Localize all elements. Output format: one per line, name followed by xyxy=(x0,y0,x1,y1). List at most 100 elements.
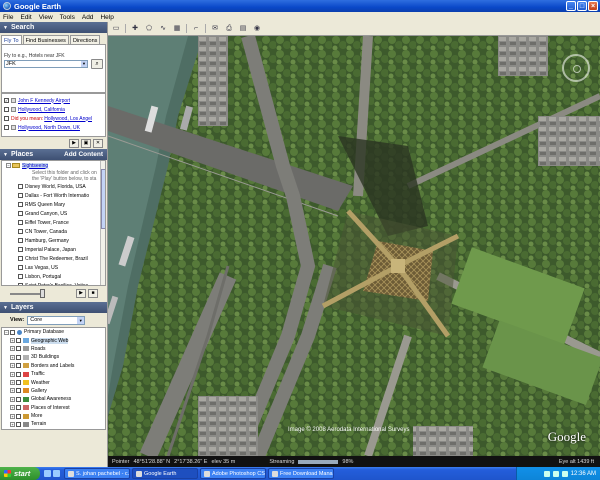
layer-item[interactable]: + Borders and Labels xyxy=(2,362,105,370)
places-panel-header[interactable]: ▼ Places Add Content xyxy=(0,149,107,160)
checkbox[interactable] xyxy=(16,346,21,352)
menu-tools[interactable]: Tools xyxy=(60,14,75,21)
menu-edit[interactable]: Edit xyxy=(20,14,31,21)
checkbox[interactable] xyxy=(10,329,15,335)
view-select[interactable]: Core ▼ xyxy=(27,315,86,325)
layers-panel-header[interactable]: ▼ Layers xyxy=(0,302,107,313)
placemark-add-icon[interactable]: ✚ xyxy=(130,24,140,33)
layer-item[interactable]: + Global Awareness xyxy=(2,395,105,403)
checkbox[interactable] xyxy=(4,125,9,130)
menu-view[interactable]: View xyxy=(39,14,53,21)
checkbox[interactable] xyxy=(18,256,23,261)
list-item[interactable]: Grand Canyon, US xyxy=(2,209,105,218)
expand-icon[interactable]: + xyxy=(10,405,15,411)
chevron-down-icon[interactable]: ▼ xyxy=(81,61,87,67)
email-icon[interactable]: ✉ xyxy=(210,24,220,33)
expand-icon[interactable]: + xyxy=(10,413,15,419)
checkbox[interactable] xyxy=(16,421,21,427)
layer-item[interactable]: +3D Buildings xyxy=(2,353,105,361)
search-button[interactable]: ⌕ xyxy=(91,59,103,69)
image-overlay-icon[interactable]: ▦ xyxy=(172,24,182,33)
list-item[interactable]: Las Vegas, US xyxy=(2,263,105,272)
checkbox[interactable] xyxy=(18,184,23,189)
layer-root[interactable]: − Primary Database xyxy=(2,328,105,336)
checkbox[interactable] xyxy=(18,193,23,198)
menu-help[interactable]: Help xyxy=(100,14,113,21)
layer-item[interactable]: + Weather xyxy=(2,378,105,386)
list-item[interactable]: Disney World, Florida, USA xyxy=(2,182,105,191)
expand-icon[interactable]: + xyxy=(10,338,15,344)
layer-item[interactable]: + More xyxy=(2,412,105,420)
result-link[interactable]: John F Kennedy Airport xyxy=(18,98,70,104)
scrollbar[interactable] xyxy=(100,161,105,285)
slider-handle[interactable] xyxy=(40,289,45,298)
polygon-icon[interactable]: ⬠ xyxy=(144,24,154,33)
checkbox[interactable] xyxy=(18,265,23,270)
sky-icon[interactable]: ◉ xyxy=(252,24,262,33)
stop-tour-button[interactable]: ■ xyxy=(88,289,98,298)
close-button[interactable]: × xyxy=(588,1,598,11)
tour-speed-slider[interactable] xyxy=(10,293,44,295)
checkbox[interactable] xyxy=(4,107,9,112)
search-panel-header[interactable]: ▼ Search xyxy=(0,22,107,33)
checkbox[interactable] xyxy=(16,371,21,377)
collapse-triangle-icon[interactable]: ▼ xyxy=(3,25,8,31)
expand-icon[interactable]: + xyxy=(10,380,15,386)
start-button[interactable]: start xyxy=(0,467,40,480)
expand-icon[interactable]: + xyxy=(10,371,15,377)
checkbox[interactable] xyxy=(16,396,21,402)
aerial-imagery[interactable] xyxy=(108,36,600,456)
checkbox[interactable] xyxy=(16,380,21,386)
play-tour-button[interactable]: ▶ xyxy=(76,289,86,298)
checkbox[interactable]: ✓ xyxy=(4,98,9,103)
layer-item[interactable]: + Gallery xyxy=(2,387,105,395)
result-link[interactable]: Hollywood, California xyxy=(18,107,65,113)
print-icon[interactable]: ⎙ xyxy=(224,24,234,33)
taskbar-button[interactable]: Google Earth xyxy=(132,468,198,479)
list-item[interactable]: Hamburg, Germany xyxy=(2,236,105,245)
minimize-button[interactable]: _ xyxy=(566,1,576,11)
list-item[interactable]: CN Tower, Canada xyxy=(2,227,105,236)
list-item[interactable]: Christ The Redeemer, Brazil xyxy=(2,254,105,263)
expand-icon[interactable]: + xyxy=(10,421,15,427)
result-link[interactable]: Hollywood, North Down, UK xyxy=(18,125,80,131)
tab-directions[interactable]: Directions xyxy=(69,35,101,44)
expand-icon[interactable]: + xyxy=(10,346,15,352)
list-item[interactable]: Hollywood, California xyxy=(2,105,105,114)
collapse-triangle-icon[interactable]: ▼ xyxy=(3,305,8,311)
checkbox[interactable] xyxy=(18,274,23,279)
list-item[interactable]: Eiffel Tower, France xyxy=(2,218,105,227)
checkbox[interactable] xyxy=(16,363,21,369)
tray-icon[interactable] xyxy=(561,470,568,477)
collapse-icon[interactable]: − xyxy=(4,329,9,335)
chevron-down-icon[interactable]: ▼ xyxy=(77,316,85,324)
play-tour-button[interactable]: ▶ xyxy=(69,138,79,148)
tray-icon[interactable] xyxy=(552,470,559,477)
quick-launch-icon[interactable] xyxy=(44,470,51,477)
list-item[interactable]: RMS Queen Mary xyxy=(2,200,105,209)
checkbox[interactable] xyxy=(18,229,23,234)
layer-item[interactable]: + Traffic xyxy=(2,370,105,378)
folder-sightseeing[interactable]: − Sightseeing xyxy=(2,161,105,170)
copy-button[interactable]: ▣ xyxy=(81,138,91,148)
quick-launch-icon[interactable] xyxy=(53,470,60,477)
ruler-icon[interactable]: ⌐ xyxy=(191,24,201,33)
list-item[interactable]: ✓ John F Kennedy Airport xyxy=(2,96,105,105)
checkbox[interactable] xyxy=(16,388,21,394)
menu-add[interactable]: Add xyxy=(82,14,94,21)
map-view[interactable]: Image © 2008 Aerodata International Surv… xyxy=(108,36,600,456)
layer-item[interactable]: + Roads xyxy=(2,345,105,353)
add-content-button[interactable]: Add Content xyxy=(64,151,103,158)
scrollbar-thumb[interactable] xyxy=(101,169,105,229)
list-item[interactable]: Did you mean: Hollywood, Los Angel xyxy=(2,114,105,123)
maps-icon[interactable]: ▤ xyxy=(238,24,248,33)
list-item[interactable]: Dallas - Fort Worth Internatio xyxy=(2,191,105,200)
checkbox[interactable] xyxy=(18,211,23,216)
checkbox[interactable] xyxy=(4,116,9,121)
checkbox[interactable] xyxy=(18,247,23,252)
maximize-button[interactable]: □ xyxy=(577,1,587,11)
navigation-control[interactable] xyxy=(562,54,590,82)
checkbox[interactable] xyxy=(16,405,21,411)
expand-icon[interactable]: + xyxy=(10,354,15,360)
menu-file[interactable]: File xyxy=(3,14,13,21)
